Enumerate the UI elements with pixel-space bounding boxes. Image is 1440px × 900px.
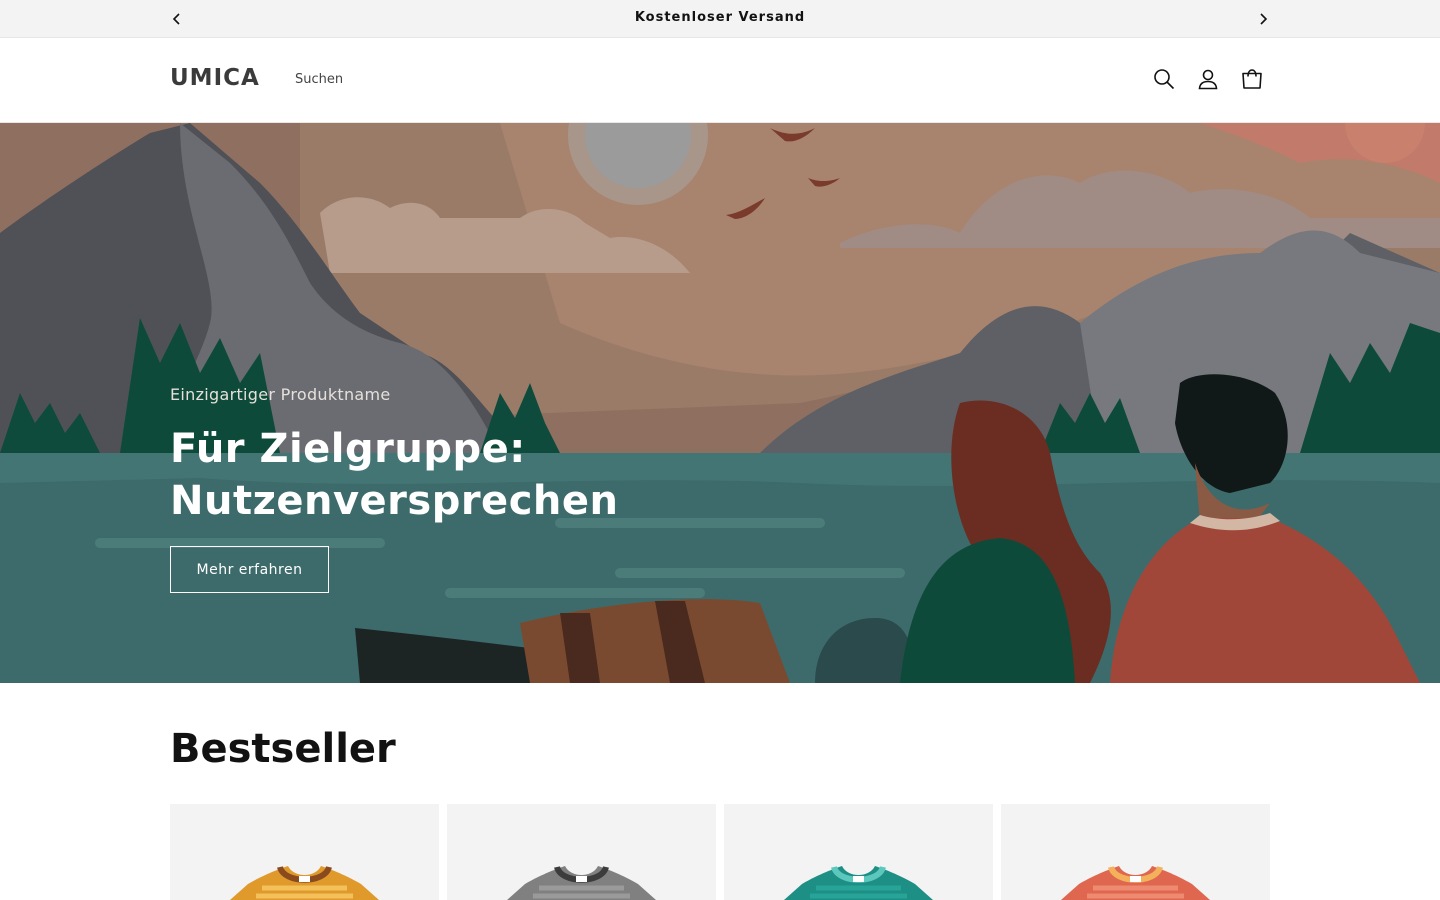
- tshirt-image: [1061, 865, 1210, 900]
- store-logo[interactable]: UMICA: [170, 65, 260, 91]
- hero-title: Für Zielgruppe: Nutzenversprechen: [170, 426, 619, 524]
- learn-more-button[interactable]: Mehr erfahren: [170, 546, 329, 593]
- announcement-next-button[interactable]: [1253, 9, 1273, 29]
- account-icon: [1198, 69, 1218, 90]
- search-icon: [1154, 69, 1175, 90]
- tshirt-image: [230, 865, 379, 900]
- product-card[interactable]: [447, 804, 716, 900]
- announcement-text: Kostenloser Versand: [634, 10, 806, 25]
- hero-banner: Einzigartiger Produktname Für Zielgruppe…: [0, 123, 1440, 683]
- tshirt-image: [507, 865, 656, 900]
- cart-button[interactable]: [1239, 66, 1265, 92]
- nav-link-suchen[interactable]: Suchen: [295, 72, 343, 87]
- product-card[interactable]: [724, 804, 993, 900]
- tshirt-image: [784, 865, 933, 900]
- account-button[interactable]: [1195, 66, 1221, 92]
- announcement-bar: Kostenloser Versand: [0, 0, 1440, 38]
- hero-subheading: Einzigartiger Produktname: [170, 385, 391, 404]
- cart-icon: [1242, 69, 1262, 89]
- site-header: UMICA Suchen: [0, 38, 1440, 123]
- product-card[interactable]: [1001, 804, 1270, 900]
- chevron-right-icon: [1260, 13, 1268, 25]
- search-button[interactable]: [1151, 66, 1177, 92]
- product-card[interactable]: [170, 804, 439, 900]
- bestseller-heading: Bestseller: [170, 726, 396, 772]
